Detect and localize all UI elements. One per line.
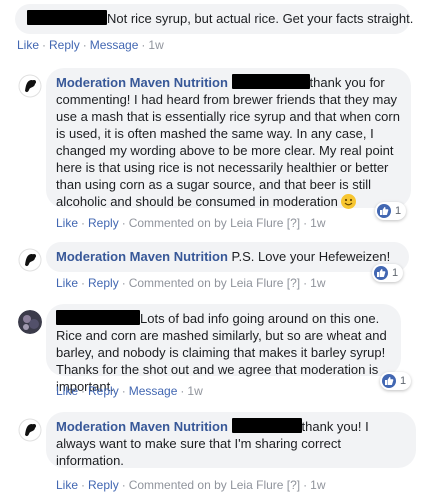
reaction-count[interactable]: 1 bbox=[372, 264, 404, 282]
like-link[interactable]: Like bbox=[56, 478, 78, 492]
help-link[interactable]: [?] bbox=[287, 478, 300, 492]
like-link[interactable]: Like bbox=[17, 38, 39, 52]
author-link[interactable]: Moderation Maven Nutrition bbox=[56, 249, 228, 264]
reaction-count[interactable]: 1 bbox=[375, 202, 407, 220]
redacted-name bbox=[231, 418, 302, 433]
reaction-number: 1 bbox=[400, 375, 407, 387]
reply-link[interactable]: Reply bbox=[88, 216, 119, 230]
comment-actions: Like · Reply · Message · 1w bbox=[17, 38, 164, 52]
comment-text: Not rice syrup, but actual rice. Get you… bbox=[107, 11, 414, 26]
reply-link[interactable]: Reply bbox=[88, 384, 119, 398]
thumbs-up-icon bbox=[382, 374, 396, 388]
help-link[interactable]: [?] bbox=[287, 276, 300, 290]
comment-bubble: Moderation Maven Nutrition thank you for… bbox=[46, 68, 411, 209]
comment-actions: Like · Reply · Commented on by Leia Flure [?… bbox=[56, 478, 326, 492]
reply-link[interactable]: Reply bbox=[88, 276, 119, 290]
reaction-number: 1 bbox=[392, 267, 399, 279]
message-link[interactable]: Message bbox=[129, 384, 178, 398]
avatar[interactable] bbox=[18, 248, 42, 272]
comment-actions: Like · Reply · Message · 1w bbox=[56, 384, 203, 398]
avatar[interactable] bbox=[18, 310, 42, 334]
thumbs-up-icon bbox=[377, 204, 391, 218]
avatar[interactable] bbox=[18, 74, 42, 98]
comment-text: P.S. Love your Hefeweizen! bbox=[231, 249, 391, 264]
like-link[interactable]: Like bbox=[56, 384, 78, 398]
comment-text: commenting! I had heard from brewer frie… bbox=[56, 92, 400, 209]
comment-actions: Like · Reply · Commented on by Leia Flure [?… bbox=[56, 276, 326, 290]
reply-link[interactable]: Reply bbox=[49, 38, 80, 52]
help-link[interactable]: [?] bbox=[287, 216, 300, 230]
author-link[interactable]: Moderation Maven Nutrition bbox=[56, 75, 228, 90]
reaction-number: 1 bbox=[395, 205, 402, 217]
author-link[interactable]: Moderation Maven Nutrition bbox=[56, 419, 228, 434]
timestamp[interactable]: 1w bbox=[310, 276, 325, 290]
smile-emoji-icon bbox=[341, 194, 357, 209]
reaction-count[interactable]: 1 bbox=[380, 372, 412, 390]
avatar[interactable] bbox=[18, 418, 42, 442]
like-link[interactable]: Like bbox=[56, 216, 78, 230]
redacted-name bbox=[27, 10, 107, 25]
commented-by-link[interactable]: Commented on by Leia Flure bbox=[129, 478, 284, 492]
timestamp[interactable]: 1w bbox=[148, 38, 163, 52]
redacted-name bbox=[231, 74, 310, 89]
comment-text: always want to make sure that I'm sharin… bbox=[56, 436, 341, 468]
like-link[interactable]: Like bbox=[56, 276, 78, 290]
comment-bubble: Not rice syrup, but actual rice. Get you… bbox=[15, 4, 414, 34]
timestamp[interactable]: 1w bbox=[310, 216, 325, 230]
redacted-name bbox=[56, 310, 140, 325]
comment-bubble: Lots of bad info going around on this on… bbox=[46, 304, 401, 394]
reply-link[interactable]: Reply bbox=[88, 478, 119, 492]
comment-bubble: Moderation Maven Nutrition thank you! I … bbox=[46, 412, 416, 468]
comment-text-start: thank you for bbox=[309, 75, 385, 90]
timestamp[interactable]: 1w bbox=[310, 478, 325, 492]
comment-actions: Like · Reply · Commented on by Leia Flure [?… bbox=[56, 216, 326, 230]
comment-text-start: thank you! I bbox=[301, 419, 369, 434]
commented-by-link[interactable]: Commented on by Leia Flure bbox=[129, 216, 284, 230]
comment-bubble: Moderation Maven Nutrition P.S. Love you… bbox=[46, 242, 409, 272]
timestamp[interactable]: 1w bbox=[187, 384, 202, 398]
thumbs-up-icon bbox=[374, 266, 388, 280]
commented-by-link[interactable]: Commented on by Leia Flure bbox=[129, 276, 284, 290]
message-link[interactable]: Message bbox=[90, 38, 139, 52]
